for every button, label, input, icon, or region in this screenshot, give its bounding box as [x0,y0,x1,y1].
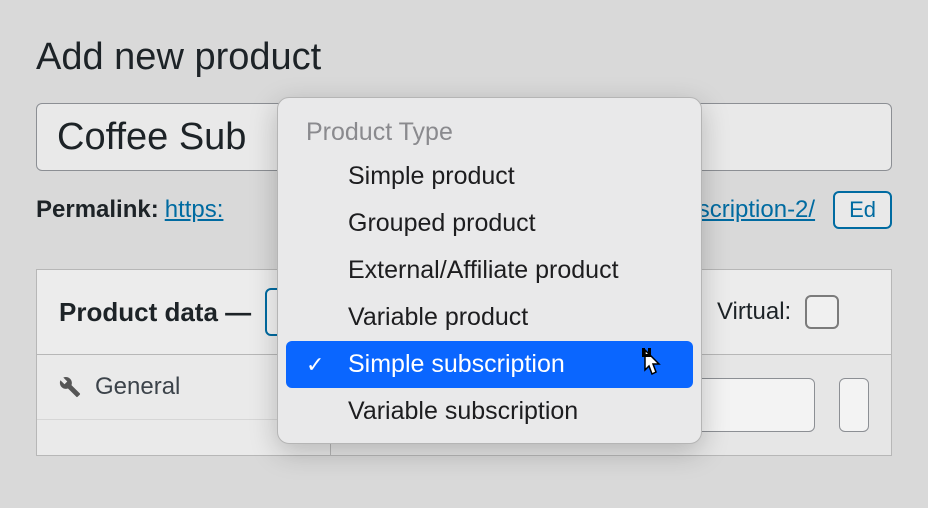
virtual-checkbox[interactable] [805,295,839,329]
subscription-extra-input[interactable] [839,378,869,432]
dropdown-item-label: Simple subscription [348,350,565,379]
dropdown-item-label: Variable product [348,303,528,332]
dropdown-item-simple-product[interactable]: Simple product [286,153,693,200]
dropdown-item-variable-product[interactable]: Variable product [286,294,693,341]
dropdown-item-grouped-product[interactable]: Grouped product [286,200,693,247]
product-type-dropdown: Product Type Simple product Grouped prod… [277,97,702,444]
dropdown-group-label: Product Type [278,108,701,153]
permalink-label: Permalink: [36,196,159,224]
check-icon: ✓ [306,352,324,378]
edit-permalink-button[interactable]: Ed [833,191,892,229]
dropdown-item-external-affiliate[interactable]: External/Affiliate product [286,247,693,294]
dropdown-item-variable-subscription[interactable]: Variable subscription [286,388,693,435]
virtual-label: Virtual: [717,298,791,326]
permalink-url-prefix[interactable]: https: [165,196,224,224]
dropdown-item-label: External/Affiliate product [348,256,619,285]
dropdown-item-simple-subscription[interactable]: ✓ Simple subscription [286,341,693,388]
dropdown-item-label: Variable subscription [348,397,578,426]
wrench-icon [59,376,81,398]
product-data-label: Product data — [59,297,251,328]
dropdown-item-label: Simple product [348,162,515,191]
cursor-icon [636,348,664,378]
page-title: Add new product [36,36,892,79]
sidebar-item-label: General [95,373,180,401]
dropdown-item-label: Grouped product [348,209,536,238]
